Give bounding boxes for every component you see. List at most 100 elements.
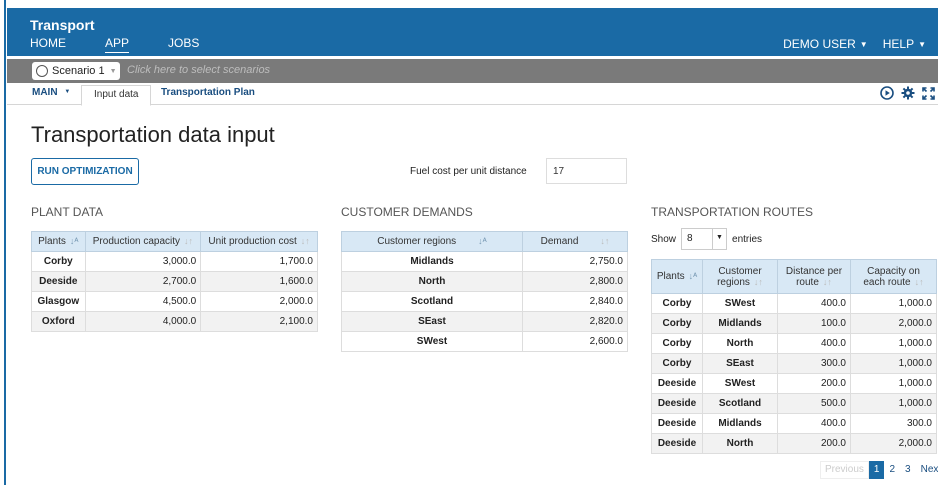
table-cell: 2,600.0 bbox=[522, 331, 628, 352]
table-cell: 2,000.0 bbox=[850, 313, 937, 334]
customer-demands-title: CUSTOMER DEMANDS bbox=[341, 205, 473, 219]
column-header[interactable]: Production capacity ↓↑ bbox=[84, 231, 202, 252]
column-header[interactable]: Demand ↓↑ bbox=[522, 231, 628, 252]
table-row[interactable]: Deeside SWest 200.0 1,000.0 bbox=[651, 373, 937, 394]
column-header[interactable]: Capacity on each route ↓↑ bbox=[850, 259, 937, 294]
table-row[interactable]: Deeside 2,700.0 1,600.0 bbox=[31, 271, 318, 292]
expand-icon[interactable] bbox=[922, 86, 935, 100]
table-cell: SEast bbox=[702, 353, 778, 374]
column-header[interactable]: Plants ↓ᴬ bbox=[31, 231, 86, 252]
table-row[interactable]: Glasgow 4,500.0 2,000.0 bbox=[31, 291, 318, 312]
table-cell: 2,840.0 bbox=[522, 291, 628, 312]
run-optimization-button[interactable]: RUN OPTIMIZATION bbox=[31, 158, 139, 185]
table-cell: Corby bbox=[651, 313, 703, 334]
table-cell: 2,000.0 bbox=[200, 291, 318, 312]
table-row[interactable]: Deeside Scotland 500.0 1,000.0 bbox=[651, 393, 937, 414]
chevron-down-icon: ▼ bbox=[64, 89, 71, 96]
pagination-page[interactable]: 2 bbox=[884, 461, 900, 479]
table-row[interactable]: Corby North 400.0 1,000.0 bbox=[651, 333, 937, 354]
table-cell: Scotland bbox=[341, 291, 523, 312]
sort-icon: ↓↑ bbox=[184, 236, 194, 246]
page-length-control: Show 8 ▼ entries bbox=[651, 228, 762, 250]
table-cell: 1,000.0 bbox=[850, 393, 937, 414]
scenario-hint[interactable]: Click here to select scenarios bbox=[127, 64, 270, 76]
chevron-down-icon: ▼ bbox=[712, 229, 726, 249]
nav-app[interactable]: APP bbox=[105, 36, 130, 53]
nav-home[interactable]: HOME bbox=[30, 36, 66, 53]
table-row[interactable]: SWest 2,600.0 bbox=[341, 331, 628, 352]
pagination-next[interactable]: Next bbox=[916, 461, 938, 479]
table-row[interactable]: Deeside North 200.0 2,000.0 bbox=[651, 433, 937, 454]
table-cell: 1,000.0 bbox=[850, 373, 937, 394]
table-row[interactable]: Midlands 2,750.0 bbox=[341, 251, 628, 272]
tab-transportation-plan[interactable]: Transportation Plan bbox=[161, 87, 255, 98]
entries-select-value: 8 bbox=[687, 233, 693, 244]
column-header[interactable]: Unit production cost ↓↑ bbox=[200, 231, 318, 252]
user-nav: DEMO USER ▼ HELP ▼ bbox=[783, 37, 926, 51]
column-header-label: Demand bbox=[540, 236, 579, 247]
plant-data-table: Plants ↓ᴬ Production capacity ↓↑ Unit prod… bbox=[31, 231, 318, 332]
left-border bbox=[4, 0, 6, 485]
chevron-down-icon: ▼ bbox=[109, 67, 117, 75]
column-header[interactable]: Distance per route ↓↑ bbox=[777, 259, 851, 294]
table-cell: 2,750.0 bbox=[522, 251, 628, 272]
tab-bar: MAIN ▼ Input data Transportation Plan bbox=[7, 85, 938, 106]
table-row[interactable]: Corby 3,000.0 1,700.0 bbox=[31, 251, 318, 272]
table-row[interactable]: Deeside Midlands 400.0 300.0 bbox=[651, 413, 937, 434]
page-title: Transportation data input bbox=[31, 122, 275, 147]
table-cell: Deeside bbox=[31, 271, 86, 292]
help-menu-label: HELP bbox=[882, 37, 915, 51]
table-row[interactable]: North 2,800.0 bbox=[341, 271, 628, 292]
sort-icon: ↓↑ bbox=[753, 276, 763, 287]
table-row[interactable]: Corby Midlands 100.0 2,000.0 bbox=[651, 313, 937, 334]
fuel-cost-input[interactable] bbox=[546, 158, 627, 184]
table-cell: 1,000.0 bbox=[850, 293, 937, 314]
radio-icon bbox=[36, 65, 48, 77]
nav-jobs[interactable]: JOBS bbox=[168, 36, 199, 53]
table-row[interactable]: SEast 2,820.0 bbox=[341, 311, 628, 332]
table-cell: SWest bbox=[702, 373, 778, 394]
table-cell: 300.0 bbox=[777, 353, 851, 374]
column-header[interactable]: Customer regions ↓↑ bbox=[702, 259, 778, 294]
gear-icon[interactable] bbox=[901, 86, 915, 100]
table-cell: Corby bbox=[651, 293, 703, 314]
table-cell: 200.0 bbox=[777, 373, 851, 394]
column-header[interactable]: Customer regions ↓ᴬ bbox=[341, 231, 523, 252]
user-menu[interactable]: DEMO USER ▼ bbox=[783, 37, 868, 51]
sort-asc-icon: ↓ᴬ bbox=[69, 236, 79, 246]
transportation-routes-table: Plants ↓ᴬ Customer regions ↓↑ Distance per… bbox=[651, 259, 937, 454]
table-cell: 2,000.0 bbox=[850, 433, 937, 454]
table-cell: Midlands bbox=[702, 413, 778, 434]
table-cell: 4,500.0 bbox=[84, 291, 202, 312]
table-cell: 400.0 bbox=[777, 333, 851, 354]
table-cell: 100.0 bbox=[777, 313, 851, 334]
table-row[interactable]: Corby SWest 400.0 1,000.0 bbox=[651, 293, 937, 314]
plant-data-title: PLANT DATA bbox=[31, 205, 104, 219]
pagination-page[interactable]: 3 bbox=[900, 461, 916, 479]
user-menu-label: DEMO USER bbox=[783, 37, 856, 51]
table-row[interactable]: Scotland 2,840.0 bbox=[341, 291, 628, 312]
tab-input-data[interactable]: Input data bbox=[81, 85, 152, 106]
scenario-name: Scenario 1 bbox=[52, 65, 105, 77]
sort-icon: ↓↑ bbox=[914, 276, 924, 287]
pagination-page[interactable]: 1 bbox=[868, 461, 885, 479]
help-menu[interactable]: HELP ▼ bbox=[883, 37, 926, 51]
table-row[interactable]: Oxford 4,000.0 2,100.0 bbox=[31, 311, 318, 332]
app-title: Transport bbox=[30, 17, 95, 33]
table-cell: 2,100.0 bbox=[200, 311, 318, 332]
table-row[interactable]: Corby SEast 300.0 1,000.0 bbox=[651, 353, 937, 374]
table-cell: 200.0 bbox=[777, 433, 851, 454]
main-nav: HOME APP JOBS bbox=[30, 36, 238, 53]
table-cell: Deeside bbox=[651, 373, 703, 394]
column-header-label: Customer regions bbox=[377, 236, 457, 247]
table-cell: 2,700.0 bbox=[84, 271, 202, 292]
column-header[interactable]: Plants ↓ᴬ bbox=[651, 259, 703, 294]
tab-main[interactable]: MAIN ▼ bbox=[32, 87, 70, 98]
scenario-selector[interactable]: Scenario 1 ▼ bbox=[32, 62, 120, 80]
table-cell: SWest bbox=[702, 293, 778, 314]
play-circle-icon[interactable] bbox=[880, 86, 894, 100]
table-cell: Deeside bbox=[651, 413, 703, 434]
sort-asc-icon: ↓ᴬ bbox=[478, 236, 487, 246]
pagination-previous[interactable]: Previous bbox=[820, 461, 869, 479]
entries-select[interactable]: 8 ▼ bbox=[681, 228, 728, 250]
